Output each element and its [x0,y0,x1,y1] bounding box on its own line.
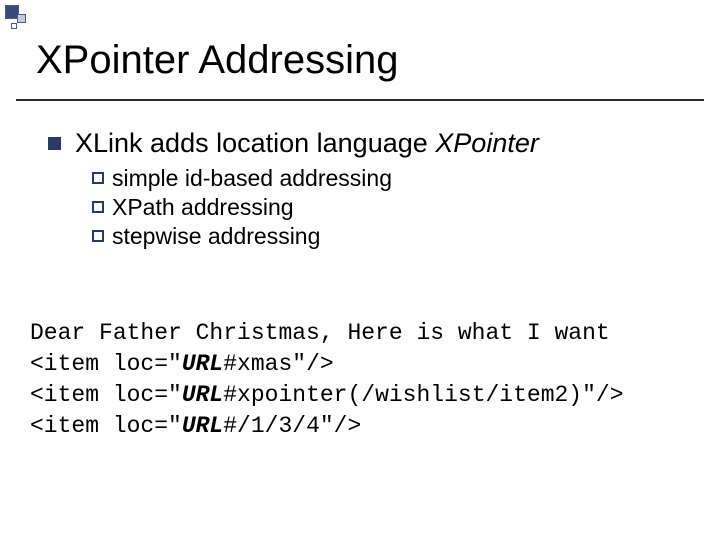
square-bullet-icon [48,137,61,150]
code-url-placeholder: URL [182,382,223,408]
code-line-part: #/1/3/4"/> [223,413,361,439]
slide: XPointer Addressing XLink adds location … [0,0,720,540]
sub-bullet-list: simple id-based addressing XPath address… [92,165,680,250]
code-line-part: <item loc=" [30,351,182,377]
bullet-level2-text: stepwise addressing [112,223,320,250]
bullet-level1: XLink adds location language XPointer [48,128,680,159]
code-line-part: <item loc=" [30,382,182,408]
bullet-level1-text: XLink adds location language XPointer [75,128,539,159]
title-underline [16,99,704,101]
bullet-text-emph: XPointer [435,128,539,158]
code-example: Dear Father Christmas, Here is what I wa… [30,318,690,442]
bullet-level2-text: simple id-based addressing [112,165,392,192]
slide-body: XLink adds location language XPointer si… [48,128,680,252]
deco-square-icon [17,14,26,23]
bullet-level2-text: XPath addressing [112,194,294,221]
slide-title: XPointer Addressing [36,38,398,83]
bullet-level2: XPath addressing [92,194,680,221]
code-line-part: #xpointer(/wishlist/item2)"/> [223,382,623,408]
code-line: Dear Father Christmas, Here is what I wa… [30,320,610,346]
bullet-level2: stepwise addressing [92,223,680,250]
hollow-square-bullet-icon [92,230,104,242]
bullet-level2: simple id-based addressing [92,165,680,192]
deco-square-icon [11,23,17,29]
hollow-square-bullet-icon [92,172,104,184]
hollow-square-bullet-icon [92,201,104,213]
code-line-part: #xmas"/> [223,351,333,377]
code-url-placeholder: URL [182,413,223,439]
code-url-placeholder: URL [182,351,223,377]
code-line-part: <item loc=" [30,413,182,439]
bullet-text-plain: XLink adds location language [75,128,435,158]
